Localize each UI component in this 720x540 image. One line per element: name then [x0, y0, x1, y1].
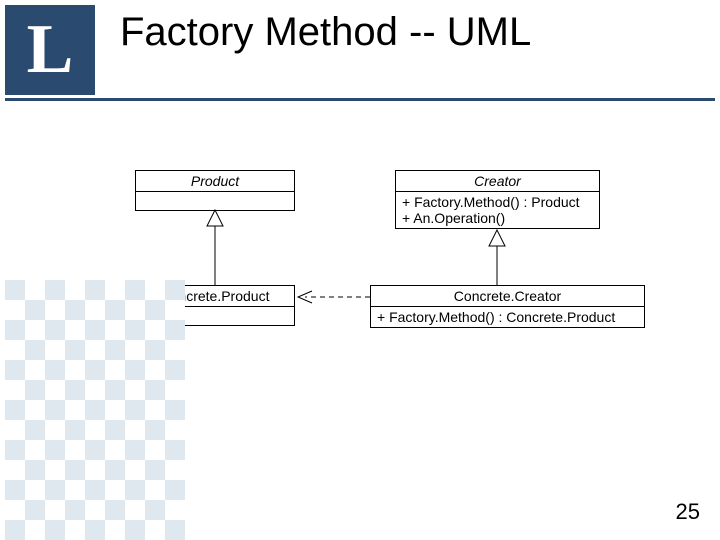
logo-badge: L	[5, 5, 95, 95]
uml-operation: + Factory.Method() : Concrete.Product	[377, 309, 638, 325]
checker-decoration	[5, 280, 185, 540]
title-divider	[5, 98, 715, 101]
uml-class-product: Product	[135, 170, 295, 211]
uml-class-name: Product	[136, 171, 294, 192]
logo-letter: L	[27, 10, 74, 90]
uml-class-creator: Creator + Factory.Method() : Product + A…	[395, 170, 600, 229]
uml-class-body: + Factory.Method() : Concrete.Product	[371, 307, 644, 327]
slide-title: Factory Method -- UML	[120, 10, 531, 55]
uml-class-body	[136, 192, 294, 210]
uml-class-name: Creator	[396, 171, 599, 192]
uml-operation: + Factory.Method() : Product	[402, 194, 593, 210]
page-number: 25	[676, 499, 700, 525]
uml-class-body: + Factory.Method() : Product + An.Operat…	[396, 192, 599, 228]
uml-class-name: Concrete.Creator	[371, 286, 644, 307]
uml-class-concrete-creator: Concrete.Creator + Factory.Method() : Co…	[370, 285, 645, 328]
uml-operation: + An.Operation()	[402, 210, 593, 226]
